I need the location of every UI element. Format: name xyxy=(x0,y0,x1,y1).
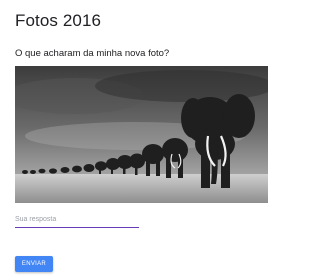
answer-input[interactable] xyxy=(15,211,139,228)
form-title: Fotos 2016 xyxy=(15,11,102,30)
question-text: O que acharam da minha nova foto? xyxy=(15,48,170,59)
elephants-photo xyxy=(15,66,268,203)
submit-button[interactable]: ENVIAR xyxy=(15,256,53,272)
